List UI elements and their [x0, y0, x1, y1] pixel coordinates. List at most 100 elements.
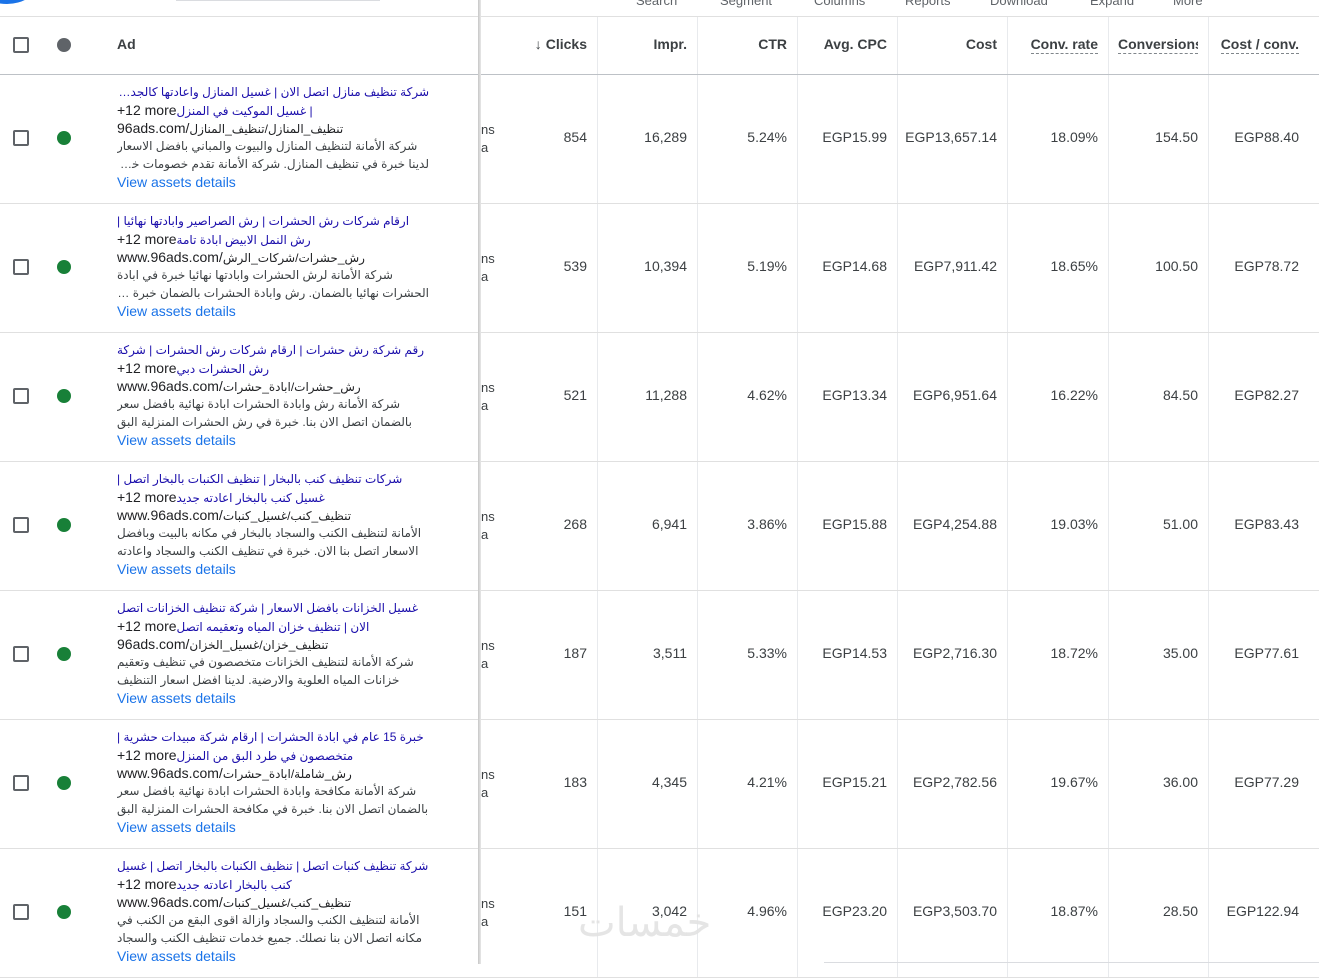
- filter-bar[interactable]: [176, 0, 380, 1]
- table-row: خبرة 15 عام في ابادة الحشرات | ارقام شرك…: [0, 720, 1319, 849]
- ad-more-headlines[interactable]: +12 more: [117, 231, 177, 247]
- ad-preview: شركات تنظيف كنب بالبخار | تنظيف الكنبات …: [117, 470, 429, 578]
- cell-cost: EGP13,657.14: [905, 129, 997, 145]
- ad-more-headlines[interactable]: +12 more: [117, 102, 177, 118]
- status-enabled-icon[interactable]: [57, 131, 71, 145]
- ad-url-domain: 96ads.com/: [117, 636, 190, 652]
- status-header-icon[interactable]: [57, 38, 71, 52]
- clipped-column-text: ns: [481, 896, 495, 911]
- status-enabled-icon[interactable]: [57, 518, 71, 532]
- clipped-column-text: a: [481, 140, 489, 155]
- clipped-column-text: ns: [481, 638, 495, 653]
- view-assets-link[interactable]: View assets details: [117, 560, 429, 578]
- view-assets-link[interactable]: View assets details: [117, 302, 429, 320]
- ad-headline-2[interactable]: متخصصون في طرد البق من المنزل: [177, 749, 354, 763]
- view-assets-link[interactable]: View assets details: [117, 173, 429, 191]
- ad-description-1: الأمانة لتنظيف الكنب والسجاد بالبخار في …: [117, 526, 422, 540]
- ad-headline[interactable]: رقم شركة رش حشرات | ارقام شركات رش الحشر…: [117, 341, 429, 359]
- ad-description-1: شركة الأمانة رش وابادة الحشرات ابادة نها…: [117, 397, 400, 411]
- row-checkbox[interactable]: [13, 904, 29, 920]
- ad-url-path: تنظيف_كنب/غسيل_كنبات: [222, 509, 352, 523]
- ad-headline-2[interactable]: غسيل كنب بالبخار اعادته جديد: [177, 491, 325, 505]
- header-avg-cpc[interactable]: Avg. CPC: [824, 36, 887, 52]
- ad-more-headlines[interactable]: +12 more: [117, 876, 177, 892]
- ad-url-domain: 96ads.com/: [117, 120, 190, 136]
- ad-headline[interactable]: شركات تنظيف كنب بالبخار | تنظيف الكنبات …: [117, 470, 429, 488]
- expand-toolbar-button[interactable]: Expand: [1090, 0, 1134, 8]
- row-checkbox[interactable]: [13, 259, 29, 275]
- status-enabled-icon[interactable]: [57, 389, 71, 403]
- reports-toolbar-button[interactable]: Reports: [905, 0, 951, 8]
- header-cost[interactable]: Cost: [966, 36, 997, 52]
- ad-url-domain: www.96ads.com/: [117, 378, 223, 394]
- create-fab-button[interactable]: [0, 0, 36, 4]
- download-toolbar-button[interactable]: Download: [990, 0, 1048, 8]
- ad-preview: ارقام شركات رش الحشرات | رش الصراصير واب…: [117, 212, 429, 320]
- ad-more-headlines[interactable]: +12 more: [117, 489, 177, 505]
- ad-headline-2[interactable]: غسيل الموكيت في المنزل |: [177, 104, 313, 118]
- view-assets-link[interactable]: View assets details: [117, 689, 429, 707]
- header-cost-per-conv[interactable]: Cost / conv.: [1220, 36, 1299, 54]
- chevron-up-icon[interactable]: ⌃: [1236, 0, 1247, 6]
- ad-preview: رقم شركة رش حشرات | ارقام شركات رش الحشر…: [117, 341, 429, 449]
- cell-conv-rate: 19.67%: [1050, 774, 1098, 790]
- cell-conv-rate: 18.72%: [1050, 645, 1098, 661]
- status-enabled-icon[interactable]: [57, 647, 71, 661]
- ad-headline-2[interactable]: الان | تنظيف خزان المياه وتعقيمه اتصل: [177, 620, 370, 634]
- ad-more-headlines[interactable]: +12 more: [117, 618, 177, 634]
- select-all-checkbox[interactable]: [13, 37, 29, 53]
- ad-url-domain: www.96ads.com/: [117, 765, 223, 781]
- ad-headline[interactable]: خبرة 15 عام في ابادة الحشرات | ارقام شرك…: [117, 728, 429, 746]
- status-enabled-icon[interactable]: [57, 776, 71, 790]
- row-checkbox[interactable]: [13, 388, 29, 404]
- clipped-column-text: a: [481, 914, 489, 929]
- header-conv-rate[interactable]: Conv. rate: [1030, 36, 1098, 54]
- header-conversions[interactable]: Conversions: [1118, 36, 1198, 54]
- clipped-column-text: ns: [481, 380, 495, 395]
- ad-headline[interactable]: شركة تنظيف كنبات اتصل | تنظيف الكنبات با…: [117, 857, 429, 875]
- ad-headline-2[interactable]: رش النمل الابيض ابادة تامة: [177, 233, 311, 247]
- more-toolbar-button[interactable]: More: [1173, 0, 1203, 8]
- ad-headline-2[interactable]: كنب بالبخار اعادته جديد: [177, 878, 292, 892]
- cell-avg-cpc: EGP15.99: [822, 129, 887, 145]
- columns-toolbar-button[interactable]: Columns: [814, 0, 865, 8]
- ad-more-headlines[interactable]: +12 more: [117, 747, 177, 763]
- ad-description-1: شركة الأمانة مكافحة وابادة الحشرات ابادة…: [117, 784, 417, 798]
- row-checkbox[interactable]: [13, 130, 29, 146]
- ad-description-1: الأمانة لتنظيف الكنب والسجاد وازالة اقوى…: [117, 913, 420, 927]
- ad-display-url: www.96ads.com/تنظيف_كنب/غسيل_كنبات: [117, 506, 429, 524]
- segment-toolbar-button[interactable]: Segment: [720, 0, 772, 8]
- header-impr[interactable]: Impr.: [654, 36, 687, 52]
- ad-description-2: مكانه اتصل الان بنا نصلك. جميع خدمات تنظ…: [117, 931, 422, 945]
- cell-avg-cpc: EGP13.34: [822, 387, 887, 403]
- cell-conversions: 100.50: [1155, 258, 1198, 274]
- view-assets-link[interactable]: View assets details: [117, 818, 429, 836]
- cell-avg-cpc: EGP15.21: [822, 774, 887, 790]
- search-toolbar-button[interactable]: Search: [636, 0, 677, 8]
- header-clicks[interactable]: ↓ Clicks: [535, 36, 587, 52]
- ad-headline-2[interactable]: رش الحشرات دبي: [177, 362, 270, 376]
- cell-conv-rate: 16.22%: [1050, 387, 1098, 403]
- status-enabled-icon[interactable]: [57, 260, 71, 274]
- header-ctr[interactable]: CTR: [758, 36, 787, 52]
- status-enabled-icon[interactable]: [57, 905, 71, 919]
- ad-headline[interactable]: شركة تنظيف منازل اتصل الان | غسيل المناز…: [117, 83, 429, 101]
- cell-impr: 16,289: [644, 129, 687, 145]
- ad-more-headlines[interactable]: +12 more: [117, 360, 177, 376]
- cell-ctr: 5.19%: [747, 258, 787, 274]
- row-checkbox[interactable]: [13, 775, 29, 791]
- row-checkbox[interactable]: [13, 646, 29, 662]
- ad-display-url: www.96ads.com/تنظيف_كنب/غسيل_كنبات: [117, 893, 429, 911]
- cell-impr: 4,345: [651, 774, 687, 790]
- cell-clicks: 854: [563, 129, 587, 145]
- ad-url-path: رش_شاملة/ابادة_حشرات: [222, 767, 352, 781]
- ad-headline[interactable]: غسيل الخزانات بافضل الاسعار | شركة تنظيف…: [117, 599, 429, 617]
- view-assets-link[interactable]: View assets details: [117, 431, 429, 449]
- cell-conversions: 36.00: [1162, 774, 1198, 790]
- header-ad[interactable]: Ad: [117, 36, 136, 52]
- row-checkbox[interactable]: [13, 517, 29, 533]
- view-assets-link[interactable]: View assets details: [117, 947, 429, 965]
- ad-url-path: تنظيف_كنب/غسيل_كنبات: [222, 896, 352, 910]
- ad-headline[interactable]: ارقام شركات رش الحشرات | رش الصراصير واب…: [117, 212, 429, 230]
- cell-ctr: 5.24%: [747, 129, 787, 145]
